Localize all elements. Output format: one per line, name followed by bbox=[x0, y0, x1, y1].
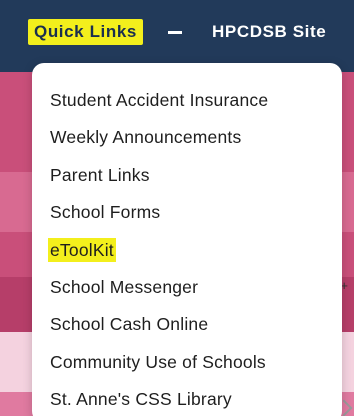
menu-item-label: eToolKit bbox=[48, 237, 116, 262]
quick-links-menu-button[interactable]: Quick Links bbox=[28, 19, 143, 45]
menu-item-weekly-announcements[interactable]: Weekly Announcements bbox=[32, 119, 342, 156]
menu-item-etoolkit[interactable]: eToolKit bbox=[32, 232, 342, 269]
top-navigation-bar: Quick Links HPCDSB Site bbox=[0, 0, 354, 72]
menu-item-label: Parent Links bbox=[50, 164, 150, 185]
menu-item-label: Weekly Announcements bbox=[50, 127, 242, 148]
menu-item-label: School Messenger bbox=[50, 276, 199, 297]
menu-item-school-forms[interactable]: School Forms bbox=[32, 194, 342, 231]
hpcdsb-site-link[interactable]: HPCDSB Site bbox=[212, 19, 326, 45]
menu-item-student-accident-insurance[interactable]: Student Accident Insurance bbox=[32, 82, 342, 119]
page: Quick Links HPCDSB Site ›+ Student Accid… bbox=[0, 0, 354, 416]
menu-item-label: School Cash Online bbox=[50, 314, 209, 335]
menu-item-community-use-of-schools[interactable]: Community Use of Schools bbox=[32, 344, 342, 381]
menu-item-label: School Forms bbox=[50, 202, 161, 223]
nav-separator bbox=[168, 31, 182, 34]
quick-links-list: Student Accident Insurance Weekly Announ… bbox=[32, 63, 342, 416]
menu-item-school-cash-online[interactable]: School Cash Online bbox=[32, 306, 342, 343]
menu-item-label: Community Use of Schools bbox=[50, 351, 266, 372]
menu-item-parent-links[interactable]: Parent Links bbox=[32, 157, 342, 194]
menu-item-label: St. Anne's CSS Library bbox=[50, 389, 232, 410]
quick-links-dropdown: Student Accident Insurance Weekly Announ… bbox=[32, 63, 342, 416]
menu-item-label: Student Accident Insurance bbox=[50, 90, 269, 110]
menu-item-school-messenger[interactable]: School Messenger bbox=[32, 269, 342, 306]
menu-item-library[interactable]: St. Anne's CSS Library bbox=[32, 381, 342, 416]
